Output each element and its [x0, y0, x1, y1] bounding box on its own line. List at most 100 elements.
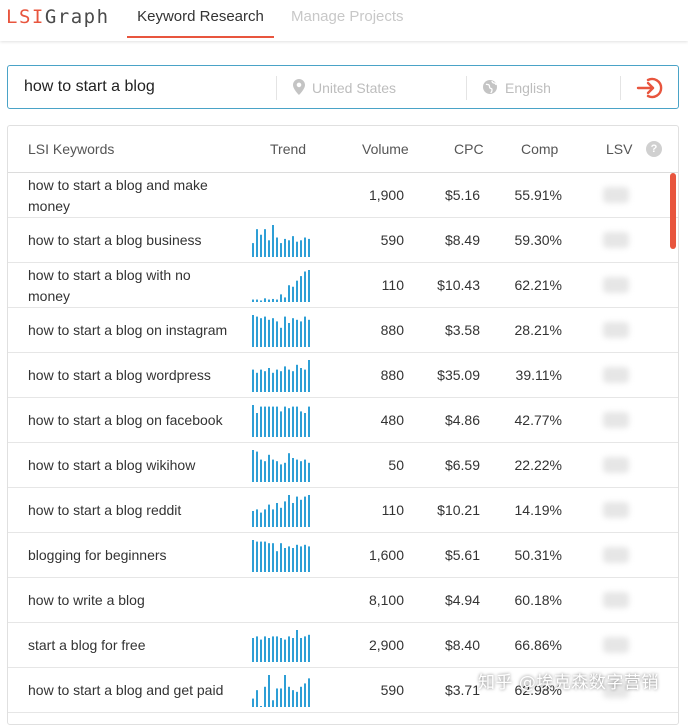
trend-bar: [292, 548, 294, 572]
trend-bar: [292, 318, 294, 347]
lsv-blurred-value: [603, 547, 629, 563]
comp-cell: 50.31%: [514, 547, 562, 563]
table-row[interactable]: how to start a blog on instagram 880 $3.58…: [8, 308, 678, 353]
trend-bar: [284, 297, 286, 302]
column-header-lsv[interactable]: LSV: [606, 141, 632, 157]
trend-bar: [276, 461, 278, 482]
comp-cell: 42.77%: [514, 412, 562, 428]
keyword-cell[interactable]: how to start a blog on instagram: [28, 320, 228, 341]
trend-bar: [284, 639, 286, 662]
keyword-cell[interactable]: how to write a blog: [28, 590, 228, 611]
search-bar: how to start a blog United States Englis…: [7, 65, 679, 109]
trend-bar: [272, 406, 274, 437]
volume-cell: 880: [380, 367, 404, 383]
scrollbar-thumb[interactable]: [670, 173, 676, 249]
trend-sparkline: [252, 540, 310, 572]
keyword-cell[interactable]: how to start a blog with no money: [28, 265, 228, 307]
trend-bar: [264, 509, 266, 527]
keyword-cell[interactable]: how to start a blog wikihow: [28, 455, 228, 476]
trend-bar: [296, 364, 298, 392]
column-header-keywords[interactable]: LSI Keywords: [28, 141, 114, 157]
trend-bar: [264, 461, 266, 482]
tab-keyword-research[interactable]: Keyword Research: [127, 8, 274, 25]
lsv-blurred-value: [603, 232, 629, 248]
trend-bar: [304, 369, 306, 392]
cpc-cell: $5.61: [444, 547, 480, 563]
trend-bar: [308, 495, 310, 527]
trend-bar: [296, 459, 298, 482]
table-row[interactable]: how to start a blog wordpress 880 $35.09 39…: [8, 353, 678, 398]
tab-manage-projects[interactable]: Manage Projects: [291, 8, 404, 25]
column-header-trend[interactable]: Trend: [270, 141, 306, 157]
trend-bar: [296, 319, 298, 347]
table-row[interactable]: start a blog for free 2,900 $8.40 66.86%: [8, 623, 678, 668]
question-icon[interactable]: ?: [646, 141, 662, 157]
logo[interactable]: LSIGraph: [6, 6, 110, 28]
trend-bar: [288, 453, 290, 482]
logo-lsi: LSI: [6, 6, 45, 28]
lsv-blurred-value: [603, 277, 629, 293]
cpc-cell: $6.59: [444, 457, 480, 473]
trend-sparkline: [252, 360, 310, 392]
trend-bar: [296, 630, 298, 662]
table-row[interactable]: how to start a blog and make money 1,900 $…: [8, 173, 678, 218]
trend-sparkline: [252, 585, 310, 617]
table-row[interactable]: how to start a blog on facebook 480 $4.86 4…: [8, 398, 678, 443]
trend-bar: [308, 546, 310, 572]
language-select[interactable]: English: [505, 80, 551, 96]
trend-bar: [304, 496, 306, 527]
comp-cell: 14.19%: [514, 502, 562, 518]
lsv-blurred-value: [603, 187, 629, 203]
trend-bar: [280, 371, 282, 392]
trend-sparkline: [252, 450, 310, 482]
keyword-cell[interactable]: how to start a blog and get paid: [28, 680, 228, 701]
trend-bar: [308, 238, 310, 257]
trend-bar: [280, 411, 282, 437]
trend-bar: [280, 327, 282, 347]
keyword-cell[interactable]: how to start a blog and make money: [28, 175, 228, 217]
trend-bar: [252, 511, 254, 527]
keyword-cell[interactable]: how to start a blog on facebook: [28, 410, 228, 431]
divider: [276, 76, 277, 100]
trend-bar: [272, 509, 274, 527]
trend-bar: [284, 462, 286, 482]
trend-bar: [296, 691, 298, 707]
trend-bar: [288, 285, 290, 302]
keyword-cell[interactable]: start a blog for free: [28, 635, 228, 656]
table-row[interactable]: how to start a blog wikihow 50 $6.59 22.22%: [8, 443, 678, 488]
trend-bar: [292, 286, 294, 302]
divider: [466, 76, 467, 100]
table-row[interactable]: how to start a blog business 590 $8.49 59.3…: [8, 218, 678, 263]
trend-bar: [300, 368, 302, 392]
trend-bar: [276, 503, 278, 527]
trend-bar: [308, 678, 310, 707]
table-row[interactable]: how to start a blog reddit 110 $10.21 14.19…: [8, 488, 678, 533]
trend-bar: [292, 371, 294, 392]
keyword-cell[interactable]: how to start a blog wordpress: [28, 365, 228, 386]
volume-cell: 1,600: [368, 547, 404, 563]
lsv-blurred-value: [603, 412, 629, 428]
trend-bar: [268, 543, 270, 572]
trend-bar: [308, 462, 310, 482]
table-row[interactable]: how to start a blog with no money 110 $10.…: [8, 263, 678, 308]
trend-bar: [296, 406, 298, 437]
trend-bar: [276, 237, 278, 257]
table-row[interactable]: how to write a blog 8,100 $4.94 60.18%: [8, 578, 678, 623]
table-row[interactable]: blogging for beginners 1,600 $5.61 50.31%: [8, 533, 678, 578]
trend-bar: [296, 544, 298, 572]
trend-bar: [300, 276, 302, 302]
column-header-volume[interactable]: Volume: [362, 141, 409, 157]
column-header-comp[interactable]: Comp: [521, 141, 558, 157]
location-select[interactable]: United States: [312, 80, 396, 96]
top-header: LSIGraph Keyword Research Manage Project…: [0, 0, 688, 41]
location-pin-icon: [293, 79, 305, 100]
keyword-cell[interactable]: blogging for beginners: [28, 545, 228, 566]
keyword-cell[interactable]: how to start a blog business: [28, 230, 228, 251]
search-input[interactable]: how to start a blog: [24, 78, 155, 96]
arrow-into-circle-icon: [636, 77, 664, 105]
trend-bar: [264, 371, 266, 392]
column-header-cpc[interactable]: CPC: [454, 141, 484, 157]
search-submit-button[interactable]: [636, 75, 664, 101]
keyword-cell[interactable]: how to start a blog reddit: [28, 500, 228, 521]
cpc-cell: $35.09: [437, 367, 480, 383]
